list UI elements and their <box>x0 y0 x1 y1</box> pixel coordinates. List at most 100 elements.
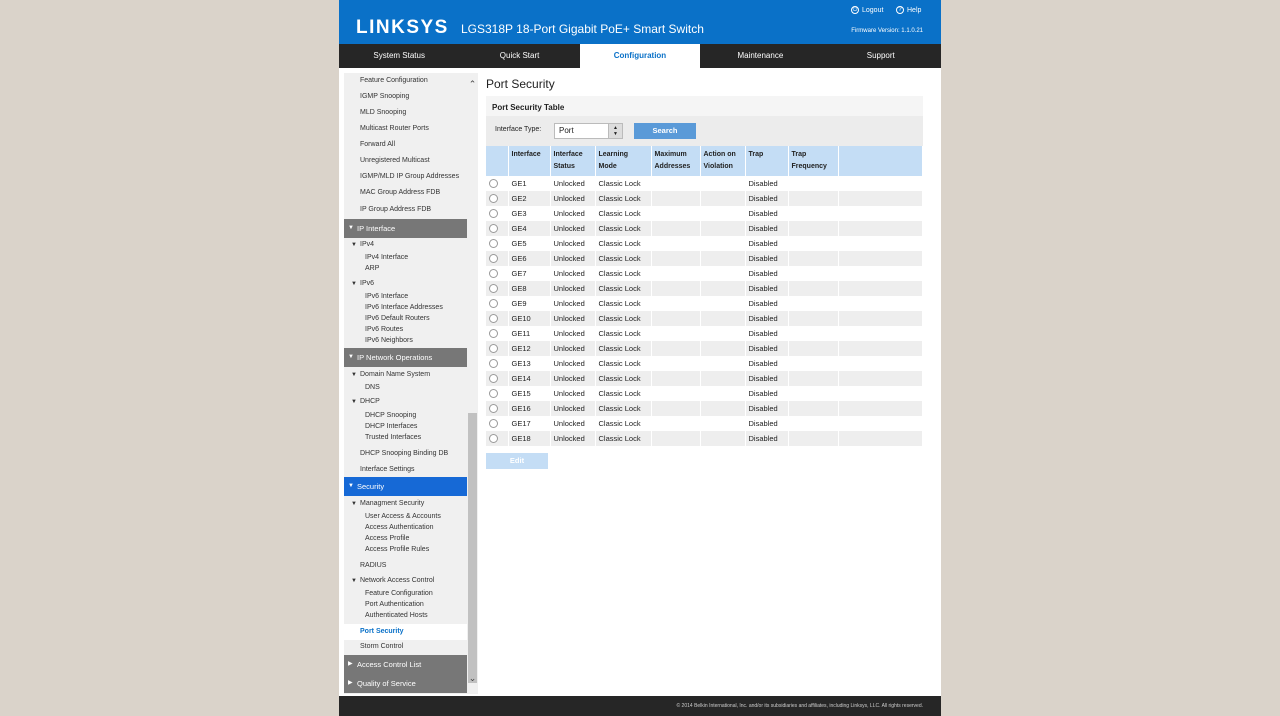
column-header: Maximum Addresses <box>651 146 701 176</box>
table-row[interactable]: GE9 Unlocked Classic Lock Disabled <box>486 296 923 311</box>
sidebar-item-ip-group-address-fdb[interactable]: IP Group Address FDB <box>344 202 467 218</box>
sidebar-item-ipv6-interface-addresses[interactable]: IPv6 Interface Addresses <box>344 302 467 313</box>
row-radio[interactable] <box>489 284 498 294</box>
row-radio[interactable] <box>489 389 498 399</box>
sidebar-item-mld-snooping[interactable]: MLD Snooping <box>344 105 467 121</box>
port-security-table: Interface Interface Status Learning Mode Ma… <box>486 146 923 446</box>
scroll-up-icon[interactable]: ⌃ <box>467 79 478 90</box>
help-link[interactable]: ? Help <box>896 6 921 14</box>
table-row[interactable]: GE15 Unlocked Classic Lock Disabled <box>486 386 923 401</box>
sidebar-item-authenticated-hosts[interactable]: Authenticated Hosts <box>344 610 467 621</box>
sidebar-item-dhcp-snooping[interactable]: DHCP Snooping <box>344 410 467 421</box>
table-row[interactable]: GE8 Unlocked Classic Lock Disabled <box>486 281 923 296</box>
scroll-down-icon[interactable]: ⌄ <box>467 673 478 684</box>
sidebar-item-port-security[interactable]: Port Security <box>344 624 467 640</box>
table-row[interactable]: GE13 Unlocked Classic Lock Disabled <box>486 356 923 371</box>
table-row[interactable]: GE2 Unlocked Classic Lock Disabled <box>486 191 923 206</box>
table-row[interactable]: GE16 Unlocked Classic Lock Disabled <box>486 401 923 416</box>
table-row[interactable]: GE14 Unlocked Classic Lock Disabled <box>486 371 923 386</box>
scroll-thumb[interactable] <box>468 413 477 683</box>
sidebar-item-ipv4-interface[interactable]: IPv4 Interface <box>344 252 467 263</box>
row-radio[interactable] <box>489 419 498 429</box>
sidebar-item-ipv6-neighbors[interactable]: IPv6 Neighbors <box>344 335 467 346</box>
sidebar-item-ipv6-routes[interactable]: IPv6 Routes <box>344 324 467 335</box>
sidebar-item-port-authentication[interactable]: Port Authentication <box>344 599 467 610</box>
sidebar-item-domain-name-system[interactable]: ▼ Domain Name System <box>344 369 467 381</box>
sidebar-item-igmp-mld-ip-group-addresses[interactable]: IGMP/MLD IP Group Addresses <box>344 169 467 185</box>
sidebar-item-access-authentication[interactable]: Access Authentication <box>344 522 467 533</box>
sidebar-item-ipv6-interface[interactable]: IPv6 Interface <box>344 291 467 302</box>
table-row[interactable]: GE3 Unlocked Classic Lock Disabled <box>486 206 923 221</box>
tab-support[interactable]: Support <box>821 44 941 68</box>
row-radio[interactable] <box>489 344 498 354</box>
row-radio[interactable] <box>489 404 498 414</box>
sidebar-scrollbar[interactable]: ⌃ ⌄ <box>467 73 478 694</box>
sidebar-item-ip-interface[interactable]: ▼ IP Interface <box>344 219 467 238</box>
row-radio[interactable] <box>489 254 498 264</box>
sidebar-item-ip-network-operations[interactable]: ▼ IP Network Operations <box>344 348 467 367</box>
table-row[interactable]: GE5 Unlocked Classic Lock Disabled <box>486 236 923 251</box>
sidebar-item-radius[interactable]: RADIUS <box>344 558 467 574</box>
table-row[interactable]: GE10 Unlocked Classic Lock Disabled <box>486 311 923 326</box>
edit-button[interactable]: Edit <box>486 453 548 469</box>
table-row[interactable]: GE6 Unlocked Classic Lock Disabled <box>486 251 923 266</box>
column-header: Trap <box>745 146 789 176</box>
row-radio[interactable] <box>489 299 498 309</box>
sidebar-item-feature-configuration[interactable]: Feature Configuration <box>344 588 467 599</box>
sidebar-item-storm-control[interactable]: Storm Control <box>344 639 467 655</box>
row-radio[interactable] <box>489 224 498 234</box>
product-title: LGS318P 18-Port Gigabit PoE+ Smart Switc… <box>461 22 704 36</box>
table-row[interactable]: GE7 Unlocked Classic Lock Disabled <box>486 266 923 281</box>
sidebar-item-ipv4[interactable]: ▼ IPv4 <box>344 239 467 251</box>
sidebar-item-user-access-accounts[interactable]: User Access & Accounts <box>344 511 467 522</box>
sidebar-item-access-profile-rules[interactable]: Access Profile Rules <box>344 544 467 555</box>
row-radio[interactable] <box>489 314 498 324</box>
row-radio[interactable] <box>489 209 498 219</box>
search-button[interactable]: Search <box>634 123 696 139</box>
row-radio[interactable] <box>489 179 498 189</box>
sidebar-item-dhcp-interfaces[interactable]: DHCP Interfaces <box>344 421 467 432</box>
sidebar-item-feature-configuration[interactable]: Feature Configuration <box>344 73 467 89</box>
row-radio[interactable] <box>489 434 498 444</box>
interface-type-select[interactable]: Port ▲ ▼ <box>554 123 623 139</box>
table-row[interactable]: GE4 Unlocked Classic Lock Disabled <box>486 221 923 236</box>
tab-maintenance[interactable]: Maintenance <box>700 44 820 68</box>
sidebar-item-managment-security[interactable]: ▼ Managment Security <box>344 498 467 510</box>
table-row[interactable]: GE18 Unlocked Classic Lock Disabled <box>486 431 923 446</box>
sidebar-item-dns[interactable]: DNS <box>344 382 467 393</box>
sidebar-item-multicast-router-ports[interactable]: Multicast Router Ports <box>344 121 467 137</box>
sidebar-item-dhcp[interactable]: ▼ DHCP <box>344 396 467 408</box>
sidebar-item-dhcp-snooping-binding-db[interactable]: DHCP Snooping Binding DB <box>344 446 467 462</box>
row-radio[interactable] <box>489 374 498 384</box>
sidebar-item-ipv6-default-routers[interactable]: IPv6 Default Routers <box>344 313 467 324</box>
sidebar-item-access-control-list[interactable]: ▶ Access Control List <box>344 655 467 674</box>
sidebar-item-access-profile[interactable]: Access Profile <box>344 533 467 544</box>
row-radio[interactable] <box>489 359 498 369</box>
table-row[interactable]: GE17 Unlocked Classic Lock Disabled <box>486 416 923 431</box>
sidebar-item-network-access-control[interactable]: ▼ Network Access Control <box>344 575 467 587</box>
sidebar-item-mac-group-address-fdb[interactable]: MAC Group Address FDB <box>344 185 467 201</box>
logout-link[interactable]: ⏻ Logout <box>851 6 883 14</box>
sidebar-item-quality-of-service[interactable]: ▶ Quality of Service <box>344 674 467 693</box>
sidebar-item-unregistered-multicast[interactable]: Unregistered Multicast <box>344 153 467 169</box>
table-row[interactable]: GE11 Unlocked Classic Lock Disabled <box>486 326 923 341</box>
sidebar-item-security[interactable]: ▼ Security <box>344 477 467 496</box>
sidebar-item-arp[interactable]: ARP <box>344 263 467 274</box>
sidebar-item-ipv6[interactable]: ▼ IPv6 <box>344 278 467 290</box>
row-radio[interactable] <box>489 239 498 249</box>
table-cell <box>700 341 746 356</box>
sidebar-item-trusted-interfaces[interactable]: Trusted Interfaces <box>344 432 467 443</box>
tab-system-status[interactable]: System Status <box>339 44 459 68</box>
tab-quick-start[interactable]: Quick Start <box>459 44 579 68</box>
row-radio[interactable] <box>489 194 498 204</box>
sidebar-item-igmp-snooping[interactable]: IGMP Snooping <box>344 89 467 105</box>
tab-configuration[interactable]: Configuration <box>579 44 701 68</box>
table-row[interactable]: GE12 Unlocked Classic Lock Disabled <box>486 341 923 356</box>
table-cell: Unlocked <box>550 266 596 281</box>
row-radio[interactable] <box>489 329 498 339</box>
sidebar-item-interface-settings[interactable]: Interface Settings <box>344 462 467 478</box>
table-cell <box>651 251 701 266</box>
row-radio[interactable] <box>489 269 498 279</box>
sidebar-item-forward-all[interactable]: Forward All <box>344 137 467 153</box>
table-row[interactable]: GE1 Unlocked Classic Lock Disabled <box>486 176 923 191</box>
